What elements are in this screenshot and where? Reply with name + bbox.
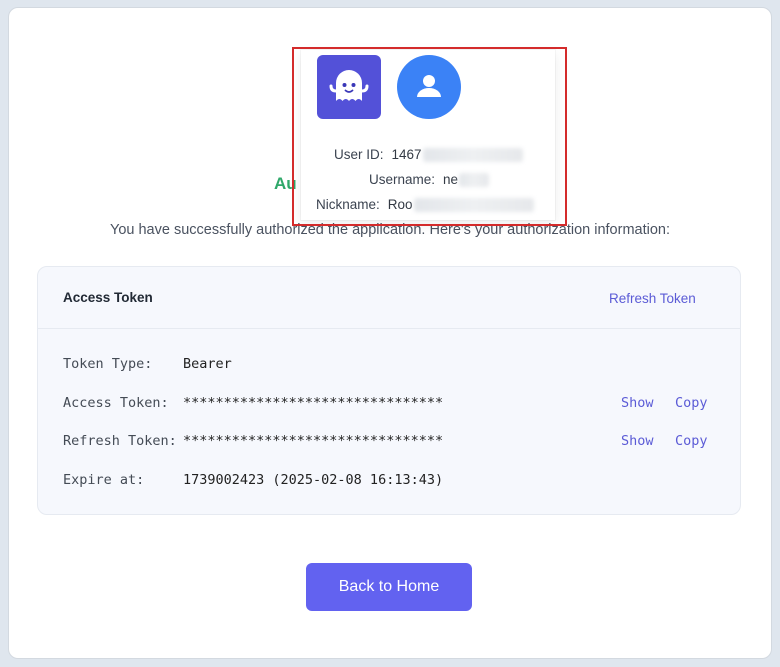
show-access-token-button[interactable]: Show: [621, 395, 654, 411]
redaction-blur: [413, 198, 534, 213]
nickname-label: Nickname:: [316, 197, 380, 212]
user-id-label: User ID:: [334, 147, 384, 162]
copy-refresh-token-button[interactable]: Copy: [675, 433, 708, 449]
username-row: Username: ne: [369, 172, 490, 188]
username-label: Username:: [369, 172, 436, 187]
success-message: You have successfully authorized the app…: [110, 222, 670, 238]
expire-at-label: Expire at:: [63, 472, 145, 488]
copy-access-token-button[interactable]: Copy: [675, 395, 708, 411]
token-type-label: Token Type:: [63, 356, 153, 372]
username-value: ne: [443, 172, 459, 187]
card-header: Access Token Refresh Token: [38, 267, 740, 329]
user-icon: [417, 75, 441, 97]
back-to-home-button[interactable]: Back to Home: [306, 563, 472, 611]
redaction-blur: [459, 173, 490, 188]
show-refresh-token-button[interactable]: Show: [621, 433, 654, 449]
refresh-token-label: Refresh Token:: [63, 433, 177, 449]
avatar: [397, 55, 461, 119]
refresh-token-value: ********************************: [183, 433, 444, 449]
user-id-value: 1467: [391, 147, 422, 162]
redaction-blur: [422, 148, 523, 163]
expire-at-value: 1739002423 (2025-02-08 16:13:43): [183, 472, 444, 488]
refresh-token-link[interactable]: Refresh Token: [609, 291, 696, 306]
app-logo: [317, 55, 381, 119]
token-card: Access Token Refresh Token Token Type: B…: [37, 266, 741, 515]
nickname-value: Roo: [387, 197, 413, 212]
ghost-icon: [329, 70, 369, 101]
access-token-value: ********************************: [183, 395, 444, 411]
card-title: Access Token: [63, 290, 153, 305]
user-id-row: User ID: 1467: [334, 147, 523, 163]
page-title: Au: [274, 174, 297, 193]
nickname-row: Nickname: Roo: [316, 197, 534, 213]
token-type-value: Bearer: [183, 356, 232, 372]
access-token-label: Access Token:: [63, 395, 169, 411]
